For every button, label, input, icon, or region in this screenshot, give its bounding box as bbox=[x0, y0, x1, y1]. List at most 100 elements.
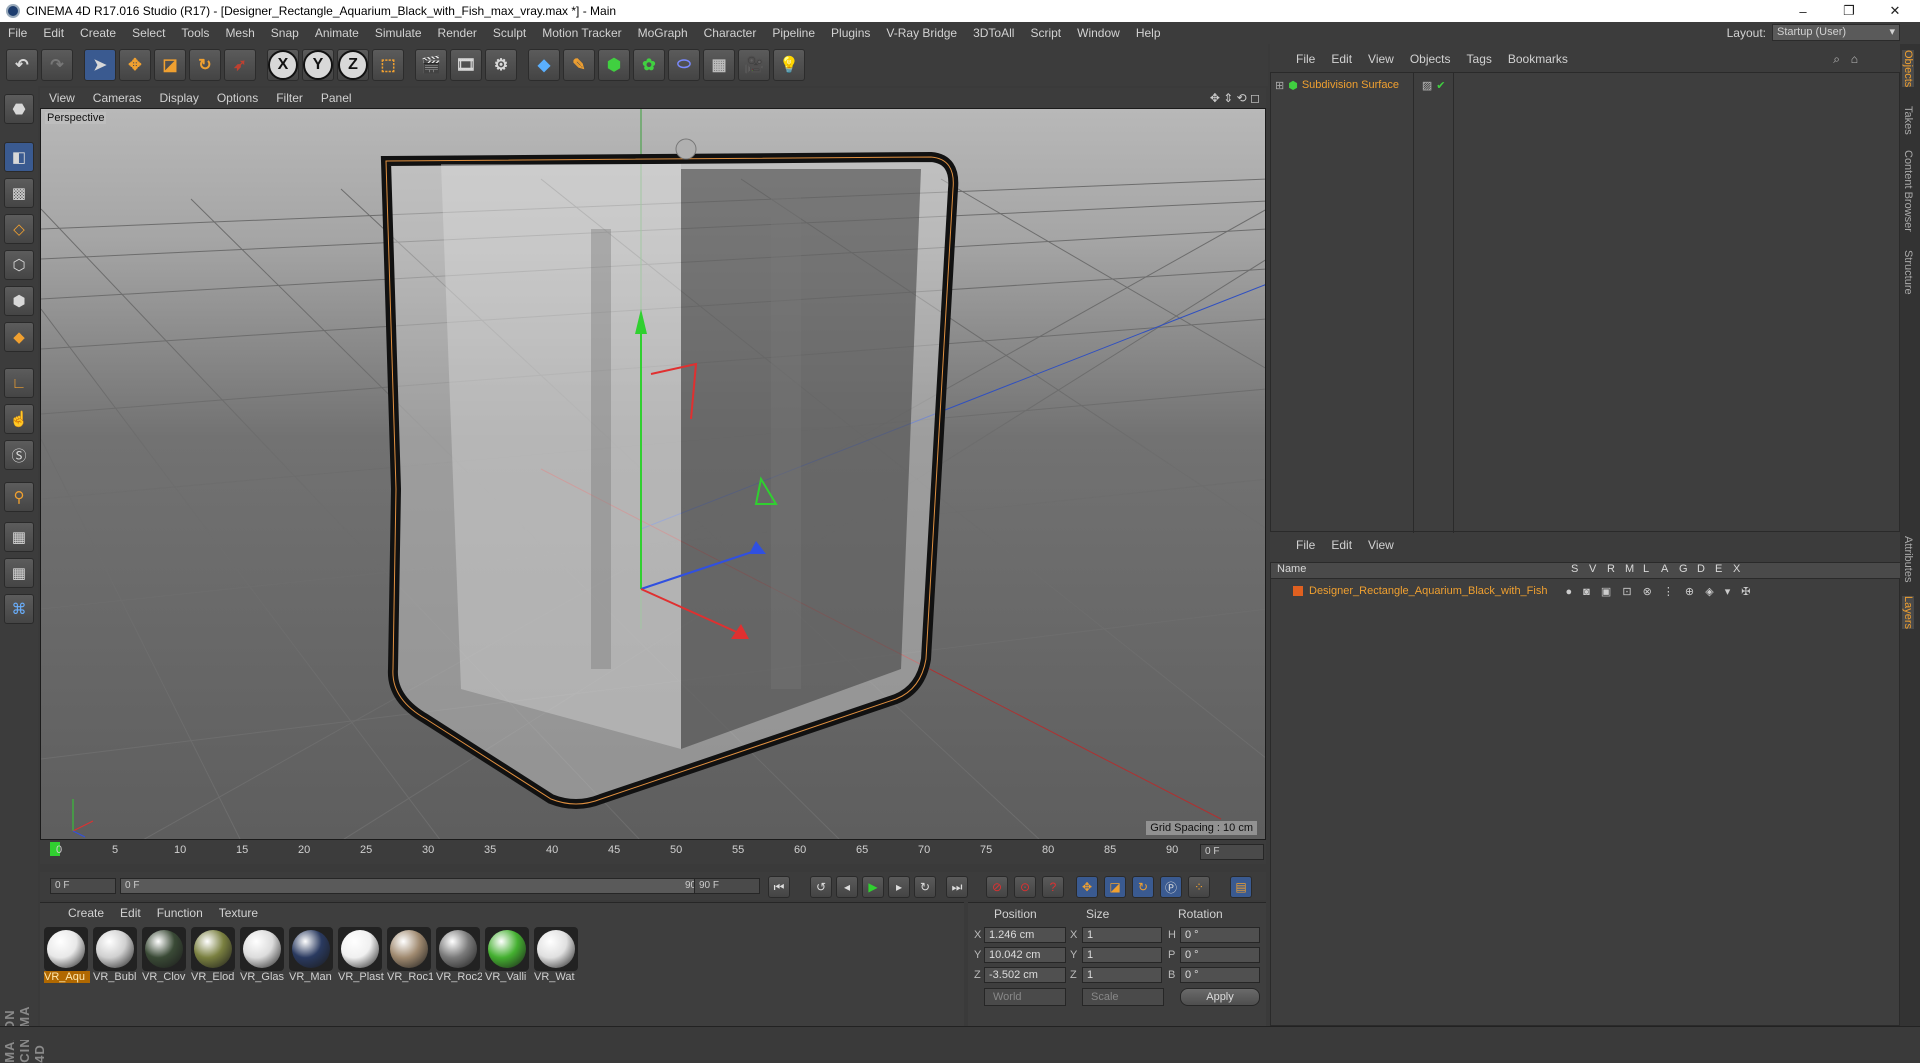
minimize-button[interactable]: – bbox=[1780, 0, 1826, 22]
object-search-icon[interactable]: ⌕ bbox=[1833, 52, 1840, 67]
material-menu-create[interactable]: Create bbox=[60, 906, 112, 920]
expand-icon[interactable]: ⊞ bbox=[1275, 79, 1284, 92]
planar-workplane-icon[interactable]: ▦ bbox=[4, 558, 34, 588]
close-button[interactable]: ✕ bbox=[1872, 0, 1918, 22]
light-icon[interactable]: 💡 bbox=[773, 49, 805, 81]
next-keyframe-icon[interactable]: ↻ bbox=[914, 876, 936, 898]
make-editable-icon[interactable]: ⬣ bbox=[4, 94, 34, 124]
menu-sculpt[interactable]: Sculpt bbox=[485, 26, 534, 40]
move-icon[interactable]: ✥ bbox=[119, 49, 151, 81]
layer-color-swatch[interactable] bbox=[1293, 586, 1303, 596]
object-menu-tags[interactable]: Tags bbox=[1459, 52, 1500, 66]
menu-mesh[interactable]: Mesh bbox=[217, 26, 262, 40]
layer-name[interactable]: Designer_Rectangle_Aquarium_Black_with_F… bbox=[1309, 585, 1547, 597]
snap-icon[interactable]: Ⓢ bbox=[4, 440, 34, 470]
size-z-field[interactable]: 1 bbox=[1082, 967, 1162, 983]
position-y-field[interactable]: 10.042 cm bbox=[984, 947, 1066, 963]
scale-icon[interactable]: ◪ bbox=[154, 49, 186, 81]
render-picture-viewer-icon[interactable]: 🎞 bbox=[450, 49, 482, 81]
object-menu-bookmarks[interactable]: Bookmarks bbox=[1500, 52, 1576, 66]
live-select-icon[interactable]: ➶ bbox=[224, 49, 256, 81]
3d-viewport[interactable]: Perspective Grid Spacing : 10 cm bbox=[40, 108, 1266, 840]
lock-workplane-icon[interactable]: ▦ bbox=[4, 522, 34, 552]
object-enabled-check-icon[interactable]: ✔ bbox=[1436, 79, 1445, 92]
end-frame-field[interactable]: 0 F bbox=[1200, 844, 1264, 860]
object-menu-view[interactable]: View bbox=[1360, 52, 1402, 66]
timeline-window-icon[interactable]: ▤ bbox=[1230, 876, 1252, 898]
viewport-nav-icons[interactable]: ✥ ⇕ ⟲ ◻ bbox=[1210, 91, 1260, 105]
object-menu-edit[interactable]: Edit bbox=[1323, 52, 1360, 66]
y-axis-button[interactable]: Y bbox=[302, 49, 334, 81]
rotation-b-field[interactable]: 0 ° bbox=[1180, 967, 1260, 983]
layout-dropdown[interactable]: Startup (User) bbox=[1772, 24, 1900, 41]
key-parameter-icon[interactable]: Ⓟ bbox=[1160, 876, 1182, 898]
material-swatch[interactable]: VR_Wat bbox=[534, 927, 580, 985]
object-menu-file[interactable]: File bbox=[1288, 52, 1323, 66]
coordinate-system-icon[interactable]: ⬚ bbox=[372, 49, 404, 81]
apply-button[interactable]: Apply bbox=[1180, 988, 1260, 1006]
workplane-icon[interactable]: ◇ bbox=[4, 214, 34, 244]
position-z-field[interactable]: -3.502 cm bbox=[984, 967, 1066, 983]
viewport-menu-display[interactable]: Display bbox=[150, 91, 207, 105]
key-position-icon[interactable]: ✥ bbox=[1076, 876, 1098, 898]
viewport-menu-cameras[interactable]: Cameras bbox=[84, 91, 151, 105]
layer-menu-file[interactable]: File bbox=[1288, 538, 1323, 552]
texture-mode-icon[interactable]: ▩ bbox=[4, 178, 34, 208]
menu-motion-tracker[interactable]: Motion Tracker bbox=[534, 26, 629, 40]
rotate-icon[interactable]: ↻ bbox=[189, 49, 221, 81]
object-edit-tag-icon[interactable]: ▨ bbox=[1422, 79, 1432, 92]
prev-frame-icon[interactable]: ◂ bbox=[836, 876, 858, 898]
material-swatch[interactable]: VR_Man bbox=[289, 927, 335, 985]
mograph-cloner-icon[interactable]: ✿ bbox=[633, 49, 665, 81]
scale-mode-dropdown[interactable]: Scale bbox=[1082, 988, 1164, 1006]
material-swatch[interactable]: VR_Bubl bbox=[93, 927, 139, 985]
key-rotation-icon[interactable]: ↻ bbox=[1132, 876, 1154, 898]
current-frame-field[interactable]: 0 F bbox=[50, 878, 116, 894]
menu-edit[interactable]: Edit bbox=[35, 26, 72, 40]
menu-help[interactable]: Help bbox=[1128, 26, 1169, 40]
menu-window[interactable]: Window bbox=[1069, 26, 1128, 40]
menu-3dtoall[interactable]: 3DToAll bbox=[965, 26, 1022, 40]
layer-row[interactable]: Designer_Rectangle_Aquarium_Black_with_F… bbox=[1277, 583, 1755, 599]
pen-spline-icon[interactable]: ✎ bbox=[563, 49, 595, 81]
model-mode-icon[interactable]: ◧ bbox=[4, 142, 34, 172]
subdivision-surface-icon[interactable]: ⬢ bbox=[598, 49, 630, 81]
select-arrow-icon[interactable]: ➤ bbox=[84, 49, 116, 81]
material-menu-texture[interactable]: Texture bbox=[211, 906, 266, 920]
object-name[interactable]: Subdivision Surface bbox=[1302, 79, 1414, 91]
coordinate-system-dropdown[interactable]: World bbox=[984, 988, 1066, 1006]
next-frame-icon[interactable]: ▸ bbox=[888, 876, 910, 898]
menu-simulate[interactable]: Simulate bbox=[367, 26, 430, 40]
viewport-menu-filter[interactable]: Filter bbox=[267, 91, 312, 105]
keyframe-selection-icon[interactable]: ? bbox=[1042, 876, 1064, 898]
tweak-mode-icon[interactable]: ☝ bbox=[4, 404, 34, 434]
material-swatch[interactable]: VR_Roc2 bbox=[436, 927, 482, 985]
goto-start-icon[interactable]: ⏮ bbox=[768, 876, 790, 898]
material-swatch[interactable]: VR_Plast bbox=[338, 927, 384, 985]
material-swatch[interactable]: VR_Elod bbox=[191, 927, 237, 985]
magnet-icon[interactable]: ⚲ bbox=[4, 482, 34, 512]
deformer-icon[interactable]: ⬭ bbox=[668, 49, 700, 81]
key-scale-icon[interactable]: ◪ bbox=[1104, 876, 1126, 898]
tab-layers[interactable]: Layers bbox=[1902, 596, 1914, 630]
menu-script[interactable]: Script bbox=[1022, 26, 1069, 40]
record-keyframe-icon[interactable]: ⊘ bbox=[986, 876, 1008, 898]
object-home-icon[interactable]: ⌂ bbox=[1851, 52, 1858, 66]
undo-icon[interactable]: ↶ bbox=[6, 49, 38, 81]
axis-mode-icon[interactable]: ∟ bbox=[4, 368, 34, 398]
menu-tools[interactable]: Tools bbox=[173, 26, 217, 40]
cube-icon[interactable]: ◆ bbox=[528, 49, 560, 81]
menu-character[interactable]: Character bbox=[696, 26, 765, 40]
material-swatch[interactable]: VR_Glas bbox=[240, 927, 286, 985]
edit-render-settings-icon[interactable]: ⚙ bbox=[485, 49, 517, 81]
object-menu-objects[interactable]: Objects bbox=[1402, 52, 1459, 66]
autokey-icon[interactable]: ⊙ bbox=[1014, 876, 1036, 898]
material-swatch[interactable]: VR_Roc1 bbox=[387, 927, 433, 985]
menu-select[interactable]: Select bbox=[124, 26, 173, 40]
redo-icon[interactable]: ↷ bbox=[41, 49, 73, 81]
menu-render[interactable]: Render bbox=[430, 26, 485, 40]
material-swatch[interactable]: VR_Valli bbox=[485, 927, 531, 985]
menu-mograph[interactable]: MoGraph bbox=[630, 26, 696, 40]
material-menu-edit[interactable]: Edit bbox=[112, 906, 149, 920]
frame-range-slider[interactable]: 0 F 90 F bbox=[120, 878, 720, 894]
